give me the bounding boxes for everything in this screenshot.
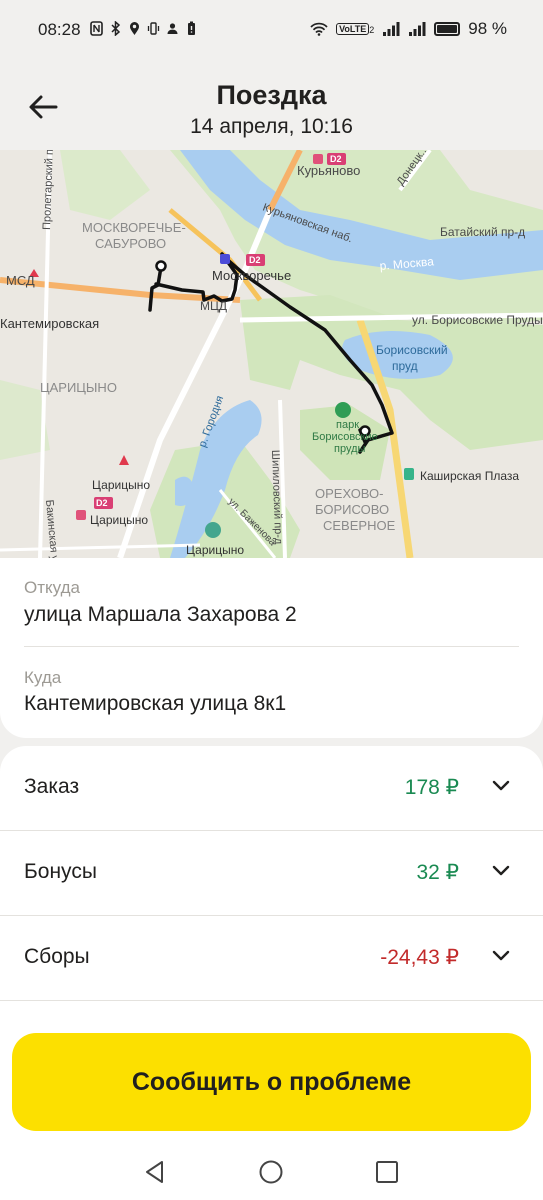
fees-amount: -24,43 ₽	[380, 946, 459, 969]
map-label: Курьяново	[297, 163, 360, 178]
svg-text:МОСКВОРЕЧЬЕ-: МОСКВОРЕЧЬЕ-	[82, 220, 186, 235]
chevron-down-icon[interactable]	[491, 949, 511, 963]
svg-text:D2: D2	[330, 154, 342, 164]
battery-icon	[434, 22, 461, 36]
bonuses-amount: 32 ₽	[416, 861, 459, 884]
svg-text:пруд: пруд	[392, 359, 418, 373]
chevron-down-icon[interactable]	[491, 779, 511, 793]
volte-badge: VoLTE 2	[336, 23, 374, 35]
person-icon	[167, 23, 178, 34]
bonuses-label: Бонусы	[24, 860, 97, 883]
chevron-down-icon[interactable]	[491, 864, 511, 878]
status-bar: 08:28 VoLTE 2 98 %	[0, 0, 543, 62]
divider	[24, 646, 519, 647]
square-recents-icon[interactable]	[373, 1158, 401, 1186]
trip-date: 14 апреля, 10:16	[190, 115, 353, 138]
status-time: 08:28	[38, 20, 81, 39]
circle-home-icon[interactable]	[257, 1158, 285, 1186]
location-icon	[130, 22, 139, 35]
svg-text:Москворечье: Москворечье	[212, 268, 291, 283]
signal-icon-2	[409, 22, 426, 36]
svg-text:ЦАРИЦЫНО: ЦАРИЦЫНО	[40, 380, 117, 395]
to-address: Кантемировская улица 8к1	[24, 692, 287, 715]
svg-text:Царицыно: Царицыно	[186, 543, 244, 557]
page-title: Поездка	[216, 80, 327, 110]
payment-card: Заказ 178 ₽ Бонусы 32 ₽ Сборы -24,43 ₽	[0, 746, 543, 1002]
svg-text:парк: парк	[336, 419, 359, 431]
map-canvas[interactable]: Курьяново D2 Пролетарский пр-т МОСКВОРЕЧ…	[0, 150, 543, 558]
to-label: Куда	[24, 668, 62, 687]
svg-text:САБУРОВО: САБУРОВО	[95, 236, 166, 251]
svg-text:ул. Борисовские Пруды: ул. Борисовские Пруды	[412, 313, 543, 327]
svg-text:D2: D2	[249, 255, 261, 265]
svg-text:ОРЕХОВО-: ОРЕХОВО-	[315, 486, 384, 501]
bluetooth-icon	[111, 21, 121, 36]
report-problem-button[interactable]: Сообщить о проблеме	[12, 1033, 531, 1131]
vibrate-icon	[147, 22, 160, 35]
svg-text:Кантемировская: Кантемировская	[0, 316, 99, 331]
svg-text:МСД: МСД	[6, 273, 35, 288]
route-map[interactable]: Курьяново D2 Пролетарский пр-т МОСКВОРЕЧ…	[0, 150, 543, 558]
payment-row-bonuses[interactable]: Бонусы 32 ₽	[0, 831, 543, 916]
status-left-icons	[90, 21, 198, 36]
addresses-card: Откуда улица Маршала Захарова 2 Куда Кан…	[0, 558, 543, 738]
svg-text:БОРИСОВО: БОРИСОВО	[315, 502, 389, 517]
svg-text:Царицыно: Царицыно	[90, 513, 148, 527]
signal-icon	[383, 22, 400, 36]
order-label: Заказ	[24, 775, 80, 798]
triangle-back-icon[interactable]	[141, 1158, 169, 1186]
fees-label: Сборы	[24, 945, 90, 968]
svg-text:Царицыно: Царицыно	[92, 478, 150, 492]
svg-text:пруды: пруды	[334, 443, 366, 455]
svg-text:Борисовские: Борисовские	[312, 431, 378, 443]
svg-text:Каширская Плаза: Каширская Плаза	[420, 469, 519, 483]
svg-text:Борисовский: Борисовский	[376, 343, 448, 357]
payment-row-order[interactable]: Заказ 178 ₽	[0, 746, 543, 831]
battery-alert-icon	[188, 21, 195, 35]
svg-text:СЕВЕРНОЕ: СЕВЕРНОЕ	[323, 518, 396, 533]
payment-row-fees[interactable]: Сборы -24,43 ₽	[0, 916, 543, 1001]
from-address: улица Маршала Захарова 2	[24, 603, 297, 626]
nfc-icon	[90, 21, 103, 36]
wifi-icon	[310, 22, 328, 36]
status-right-icons: VoLTE 2 98 %	[310, 19, 507, 39]
bottom-panel: Сообщить о проблеме	[0, 1002, 543, 1200]
header: Поездка 14 апреля, 10:16	[0, 62, 543, 150]
system-nav-bar	[0, 1152, 543, 1200]
svg-text:D2: D2	[96, 498, 108, 508]
svg-text:Батайский пр-д: Батайский пр-д	[440, 225, 525, 239]
battery-percent: 98 %	[468, 19, 507, 38]
svg-text:МЦД: МЦД	[200, 299, 227, 313]
from-label: Откуда	[24, 578, 80, 597]
order-amount: 178 ₽	[404, 776, 459, 799]
divider	[0, 1000, 543, 1001]
